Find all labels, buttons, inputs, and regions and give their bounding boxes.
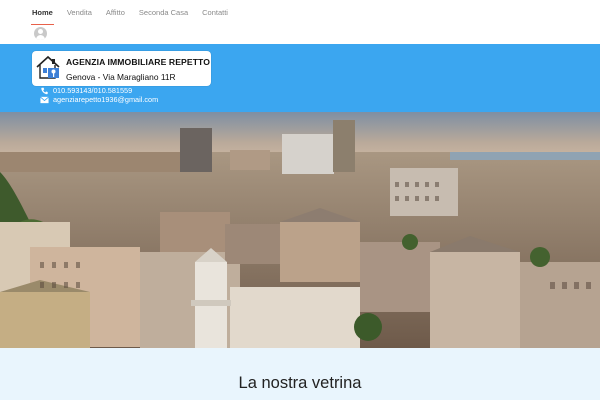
email-address: agenziarepetto1936@gmail.com [53,95,159,104]
envelope-icon [40,96,49,103]
phone-icon [41,87,48,94]
agency-name: AGENZIA IMMOBILIARE REPETTO [66,57,211,67]
phone-number: 010.593143/010.581559 [53,86,133,95]
showcase-section: La nostra vetrina [0,348,600,400]
user-avatar-icon[interactable] [34,27,47,40]
site-header: AGENZIA IMMOBILIARE REPETTO Genova - Via… [0,44,600,112]
nav-link-contatti[interactable]: Contatti [202,8,228,25]
genova-aerial-photo [0,112,600,348]
nav-link-affitto[interactable]: Affitto [106,8,125,25]
nav-link-vendita[interactable]: Vendita [67,8,92,25]
agency-address: Genova - Via Maragliano 11R [66,72,176,82]
house-key-icon [36,55,60,79]
nav-link-home[interactable]: Home [31,8,54,25]
agency-logo[interactable]: AGENZIA IMMOBILIARE REPETTO Genova - Via… [32,51,211,86]
nav-link-seconda-casa[interactable]: Seconda Casa [139,8,188,25]
nav-menu: Home Vendita Affitto Seconda Casa Contat… [31,8,242,25]
top-navigation: Home Vendita Affitto Seconda Casa Contat… [0,0,600,44]
hero-city-image [0,112,600,348]
email-contact[interactable]: agenziarepetto1936@gmail.com [40,95,158,104]
showcase-title: La nostra vetrina [238,374,362,392]
phone-contact[interactable]: 010.593143/010.581559 [40,86,132,95]
